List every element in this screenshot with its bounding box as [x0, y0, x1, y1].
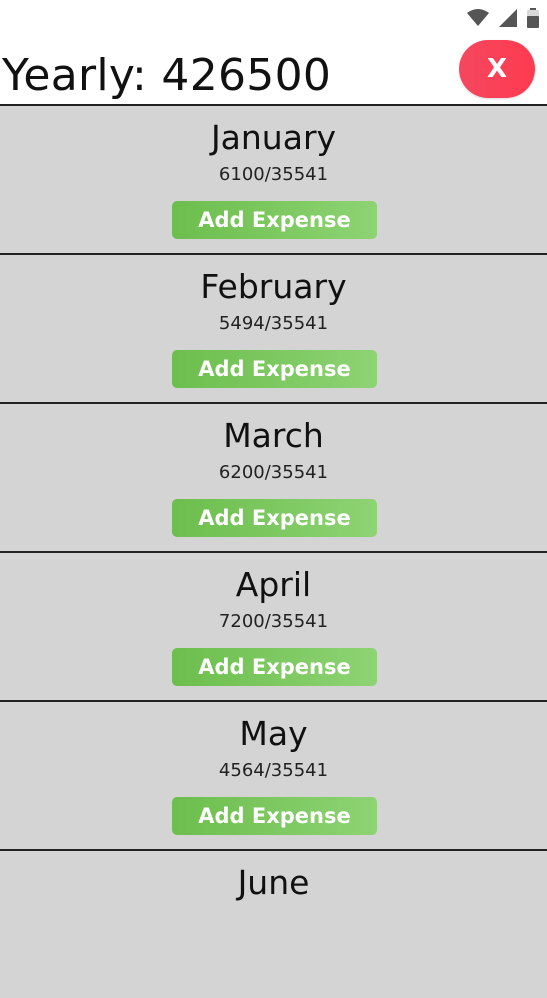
month-amount: 7200/35541: [218, 611, 329, 632]
month-name: May: [239, 714, 308, 753]
month-card-february: February 5494/35541 Add Expense: [0, 253, 547, 402]
battery-icon: [527, 8, 539, 28]
month-card-june: June: [0, 849, 547, 998]
month-name: April: [235, 565, 312, 604]
month-name: January: [210, 118, 337, 157]
month-card-march: March 6200/35541 Add Expense: [0, 402, 547, 551]
month-name: March: [223, 416, 324, 455]
month-amount: 6200/35541: [218, 462, 329, 483]
add-expense-button-february[interactable]: Add Expense: [172, 350, 377, 388]
status-bar: [0, 0, 547, 36]
month-card-january: January 6100/35541 Add Expense: [0, 104, 547, 253]
add-expense-button-may[interactable]: Add Expense: [172, 797, 377, 835]
month-amount: 5494/35541: [218, 313, 329, 334]
month-name: June: [237, 863, 310, 902]
month-name: February: [200, 267, 347, 306]
month-amount: 4564/35541: [218, 760, 329, 781]
status-icons: [467, 8, 539, 28]
month-card-april: April 7200/35541 Add Expense: [0, 551, 547, 700]
yearly-total: Yearly: 426500: [2, 50, 332, 101]
add-expense-button-march[interactable]: Add Expense: [172, 499, 377, 537]
month-list: January 6100/35541 Add Expense February …: [0, 104, 547, 998]
signal-icon: [499, 9, 517, 27]
header: Yearly: 426500 X: [0, 36, 547, 104]
add-expense-button-january[interactable]: Add Expense: [172, 201, 377, 239]
add-expense-button-april[interactable]: Add Expense: [172, 648, 377, 686]
month-card-may: May 4564/35541 Add Expense: [0, 700, 547, 849]
month-amount: 6100/35541: [218, 164, 329, 185]
close-button[interactable]: X: [459, 40, 535, 98]
wifi-icon: [467, 9, 489, 27]
